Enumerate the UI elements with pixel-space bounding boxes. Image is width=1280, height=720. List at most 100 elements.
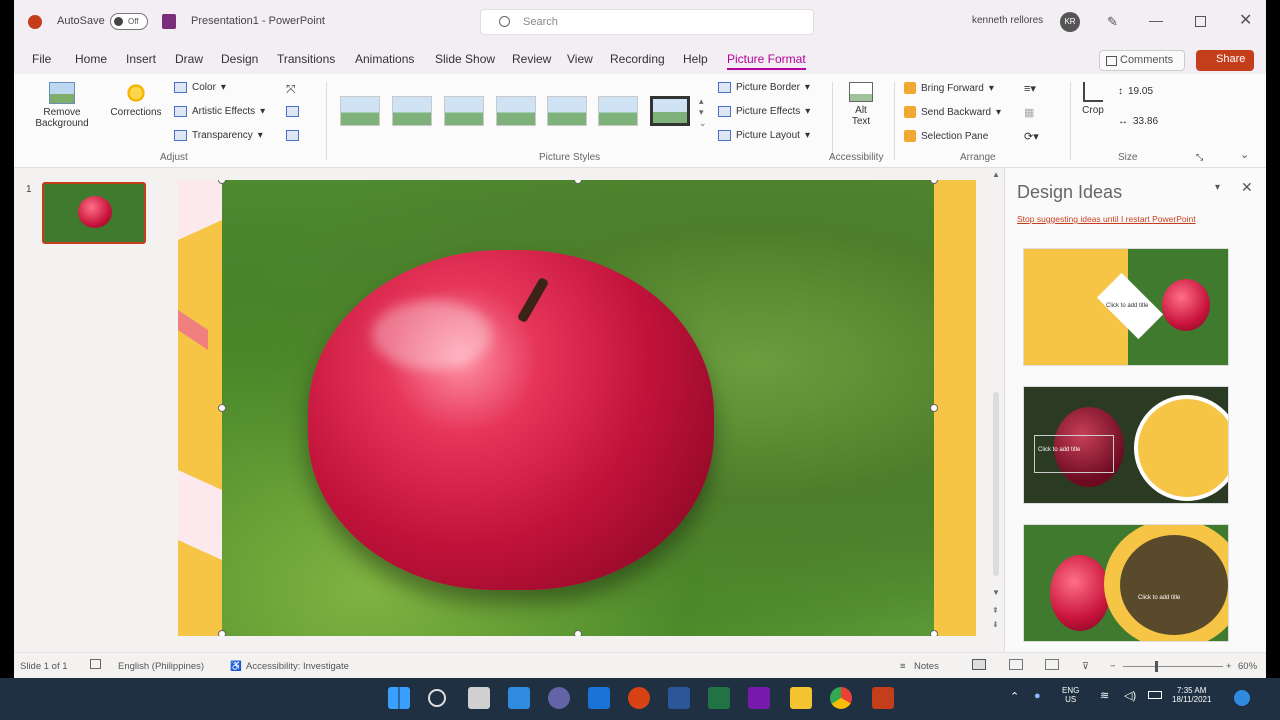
minimize-icon[interactable]: — xyxy=(1149,12,1163,28)
pen-icon[interactable]: ✎ xyxy=(1107,14,1118,30)
picture-style-5[interactable] xyxy=(547,96,587,126)
folder-icon[interactable] xyxy=(790,687,812,709)
tab-draw[interactable]: Draw xyxy=(175,52,203,66)
maximize-icon[interactable] xyxy=(1195,16,1206,27)
reading-view-icon[interactable] xyxy=(1045,659,1059,670)
notes-button[interactable]: Notes xyxy=(914,661,939,672)
zoom-slider-knob[interactable] xyxy=(1155,661,1158,672)
accessibility-icon[interactable]: ♿ xyxy=(230,661,242,672)
zoom-out-icon[interactable]: − xyxy=(1110,661,1116,672)
transparency-button[interactable]: Transparency ▾ xyxy=(174,130,263,141)
file-explorer-icon[interactable] xyxy=(588,687,610,709)
design-idea-1[interactable]: Click to add title xyxy=(1023,248,1229,366)
picture-style-7[interactable] xyxy=(650,96,690,126)
resize-handle[interactable] xyxy=(218,630,226,636)
size-dialog-launcher-icon[interactable]: ⤡ xyxy=(1196,152,1203,163)
send-backward-button[interactable]: Send Backward ▾ xyxy=(904,106,1001,118)
normal-view-icon[interactable] xyxy=(972,659,986,670)
picture-style-2[interactable] xyxy=(392,96,432,126)
collapse-ribbon-icon[interactable]: ⌄ xyxy=(1240,148,1249,161)
slide-sorter-icon[interactable] xyxy=(1009,659,1023,670)
language-label[interactable]: English (Philippines) xyxy=(118,661,204,672)
align-icon[interactable]: ≡▾ xyxy=(1024,82,1036,95)
accessibility-status[interactable]: Accessibility: Investigate xyxy=(246,661,349,672)
tab-design[interactable]: Design xyxy=(221,52,258,66)
chevron-up-icon[interactable]: ⌃ xyxy=(1010,690,1019,703)
alt-text-button[interactable]: Alt Text xyxy=(842,82,880,127)
widgets-icon[interactable] xyxy=(508,687,530,709)
excel-icon[interactable] xyxy=(708,687,730,709)
tab-transitions[interactable]: Transitions xyxy=(277,52,335,66)
microphone-icon[interactable]: ● xyxy=(1034,690,1041,702)
picture-style-6[interactable] xyxy=(598,96,638,126)
battery-icon[interactable] xyxy=(1148,691,1162,699)
user-name[interactable]: kenneth rellores xyxy=(972,15,1043,26)
change-picture-icon[interactable] xyxy=(286,106,299,117)
bring-forward-button[interactable]: Bring Forward ▾ xyxy=(904,82,994,94)
gallery-more-icon[interactable]: ▴ ▾ ⌄ xyxy=(699,96,707,129)
color-button[interactable]: Color ▾ xyxy=(174,82,226,93)
rotate-icon[interactable]: ⟳▾ xyxy=(1024,130,1039,143)
design-idea-3[interactable]: Click to add title xyxy=(1023,524,1229,642)
design-idea-2[interactable]: Click to add title xyxy=(1023,386,1229,504)
zoom-slider[interactable] xyxy=(1123,666,1223,667)
chevron-down-icon[interactable]: ▾ xyxy=(1215,182,1220,193)
picture-effects-button[interactable]: Picture Effects ▾ xyxy=(718,106,810,117)
tab-animations[interactable]: Animations xyxy=(355,52,414,66)
resize-handle[interactable] xyxy=(218,404,226,412)
picture-border-button[interactable]: Picture Border ▾ xyxy=(718,82,810,93)
resize-handle[interactable] xyxy=(574,630,582,636)
tab-recording[interactable]: Recording xyxy=(610,52,665,66)
autosave-toggle[interactable]: Off xyxy=(110,13,148,30)
search-icon[interactable] xyxy=(428,689,446,707)
powerpoint-taskbar-icon[interactable] xyxy=(628,687,650,709)
tab-picture-format[interactable]: Picture Format xyxy=(727,52,806,70)
picture-layout-button[interactable]: Picture Layout ▾ xyxy=(718,130,810,141)
tab-slide-show[interactable]: Slide Show xyxy=(435,52,495,66)
close-icon[interactable]: ✕ xyxy=(1241,179,1253,196)
tab-view[interactable]: View xyxy=(567,52,593,66)
tab-file[interactable]: File xyxy=(32,52,51,66)
tab-home[interactable]: Home xyxy=(75,52,107,66)
compress-pictures-icon[interactable]: ⤧ xyxy=(286,82,296,97)
wifi-icon[interactable]: ≋ xyxy=(1100,689,1109,702)
selection-pane-button[interactable]: Selection Pane xyxy=(904,130,988,142)
resize-handle[interactable] xyxy=(930,630,938,636)
tab-insert[interactable]: Insert xyxy=(126,52,156,66)
width-field[interactable]: ↔ 33.86 xyxy=(1118,116,1158,127)
scroll-down-icon[interactable]: ▼ xyxy=(992,588,1000,597)
volume-icon[interactable]: ◁) xyxy=(1124,689,1136,702)
clock[interactable]: 7:35 AM 18/11/2021 xyxy=(1172,686,1211,704)
next-slide-icon[interactable]: ⇟ xyxy=(992,620,999,629)
close-icon[interactable]: ✕ xyxy=(1239,10,1252,30)
notes-icon[interactable]: ≡ xyxy=(900,661,906,672)
vertical-scrollbar[interactable]: ▲ ▼ ⇞ ⇟ xyxy=(990,168,1002,652)
zoom-in-icon[interactable]: + xyxy=(1226,661,1232,672)
share-button[interactable]: Share xyxy=(1196,50,1254,71)
avatar[interactable]: KR xyxy=(1060,12,1080,32)
language-indicator[interactable]: ENG US xyxy=(1062,686,1079,704)
teams-icon[interactable] xyxy=(548,687,570,709)
scroll-up-icon[interactable]: ▲ xyxy=(992,170,1000,179)
search-box[interactable]: Search xyxy=(480,9,814,35)
presentation-app-icon[interactable] xyxy=(872,687,894,709)
chrome-icon[interactable] xyxy=(830,687,852,709)
slide-canvas[interactable] xyxy=(178,180,976,636)
notifications-icon[interactable] xyxy=(1234,690,1250,706)
start-icon[interactable] xyxy=(388,687,410,709)
word-icon[interactable] xyxy=(668,687,690,709)
corrections-button[interactable]: Corrections xyxy=(106,82,166,118)
zoom-level[interactable]: 60% xyxy=(1238,661,1257,672)
tab-review[interactable]: Review xyxy=(512,52,551,66)
previous-slide-icon[interactable]: ⇞ xyxy=(992,606,999,615)
resize-handle[interactable] xyxy=(930,404,938,412)
picture-style-1[interactable] xyxy=(340,96,380,126)
save-icon[interactable] xyxy=(162,14,176,29)
artistic-effects-button[interactable]: Artistic Effects ▾ xyxy=(174,106,265,117)
stop-suggesting-link[interactable]: Stop suggesting ideas until I restart Po… xyxy=(1017,214,1196,224)
spell-check-icon[interactable] xyxy=(90,659,101,669)
apple-photo[interactable] xyxy=(222,180,934,636)
group-icon[interactable]: ▦ xyxy=(1024,106,1034,119)
tab-help[interactable]: Help xyxy=(683,52,708,66)
picture-style-3[interactable] xyxy=(444,96,484,126)
